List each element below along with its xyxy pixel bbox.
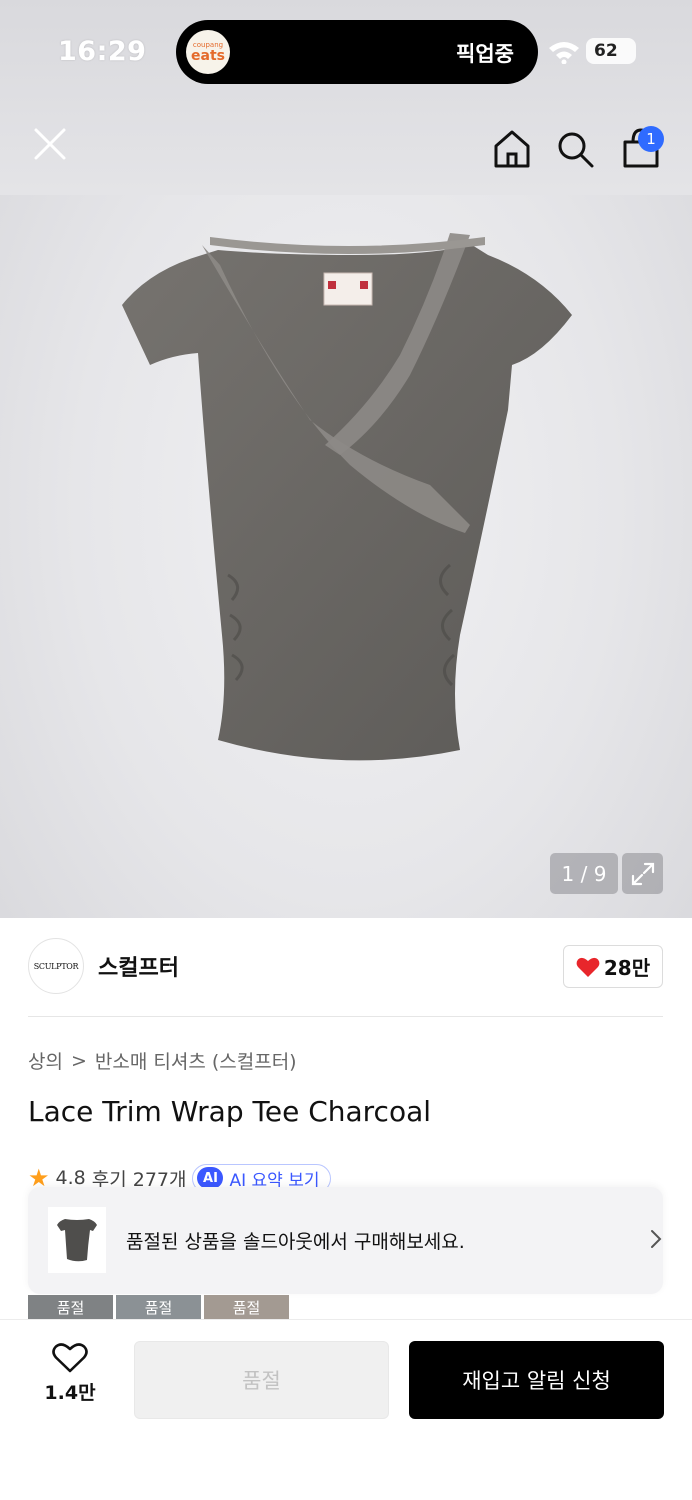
- image-counter: 1 / 9: [550, 853, 618, 894]
- coupang-eats-icon: coupang eats: [186, 30, 230, 74]
- brand-name[interactable]: 스컬프터: [98, 950, 179, 982]
- brand-logo[interactable]: SCULPTOR: [28, 938, 84, 994]
- breadcrumb: 상의 > 반소매 티셔츠 (스컬프터): [28, 1047, 297, 1074]
- divider: [28, 1016, 663, 1017]
- wifi-icon: [549, 42, 579, 64]
- wishlist-count: 1.4만: [44, 1382, 96, 1404]
- status-bar: 16:29 coupang eats 픽업중 62: [0, 0, 692, 105]
- heart-filled-icon: [576, 957, 600, 977]
- brand-like-button[interactable]: 28만: [563, 945, 663, 988]
- breadcrumb-category[interactable]: 상의: [28, 1047, 63, 1074]
- option-thumbnail[interactable]: 품절: [28, 1295, 113, 1319]
- option-thumbnail[interactable]: 품절: [116, 1295, 201, 1319]
- close-icon[interactable]: [30, 124, 70, 164]
- option-thumbnail[interactable]: 품절: [204, 1295, 289, 1319]
- brand-like-count: 28만: [603, 956, 651, 980]
- product-image-gallery[interactable]: 16:29 coupang eats 픽업중 62 1 1 / 9: [0, 0, 692, 918]
- search-icon[interactable]: [554, 128, 596, 170]
- chevron-right-icon: [651, 1230, 662, 1248]
- status-time: 16:29: [58, 36, 147, 67]
- fullscreen-button[interactable]: [622, 853, 663, 894]
- soldout-banner[interactable]: 품절된 상품을 솔드아웃에서 구매해보세요.: [28, 1187, 663, 1294]
- cart-count-badge: 1: [638, 126, 664, 152]
- expand-icon: [631, 862, 654, 885]
- breadcrumb-separator: >: [70, 1049, 87, 1072]
- home-icon[interactable]: [491, 128, 533, 170]
- battery-percent: 62: [594, 41, 618, 61]
- ai-icon: AI: [197, 1167, 224, 1189]
- banner-product-thumbnail: [48, 1207, 106, 1273]
- rating-value: 4.8: [55, 1167, 86, 1189]
- product-title: Lace Trim Wrap Tee Charcoal: [28, 1095, 432, 1128]
- option-thumbnails: 품절 품절 품절: [28, 1295, 289, 1319]
- brand-logo-text: SCULPTOR: [33, 961, 79, 971]
- soldout-banner-text: 품절된 상품을 솔드아웃에서 구매해보세요.: [126, 1231, 465, 1253]
- restock-alert-button[interactable]: 재입고 알림 신청: [409, 1341, 664, 1419]
- battery-indicator: 62: [586, 38, 636, 64]
- breadcrumb-subcategory[interactable]: 반소매 티셔츠 (스컬프터): [95, 1047, 297, 1074]
- heart-outline-icon: [52, 1343, 88, 1373]
- pickup-status-text: 픽업중: [456, 42, 514, 66]
- wishlist-button[interactable]: 1.4만: [30, 1342, 110, 1418]
- product-photo[interactable]: [110, 215, 590, 785]
- dynamic-island[interactable]: coupang eats 픽업중: [176, 20, 538, 84]
- soldout-button: 품절: [134, 1341, 389, 1419]
